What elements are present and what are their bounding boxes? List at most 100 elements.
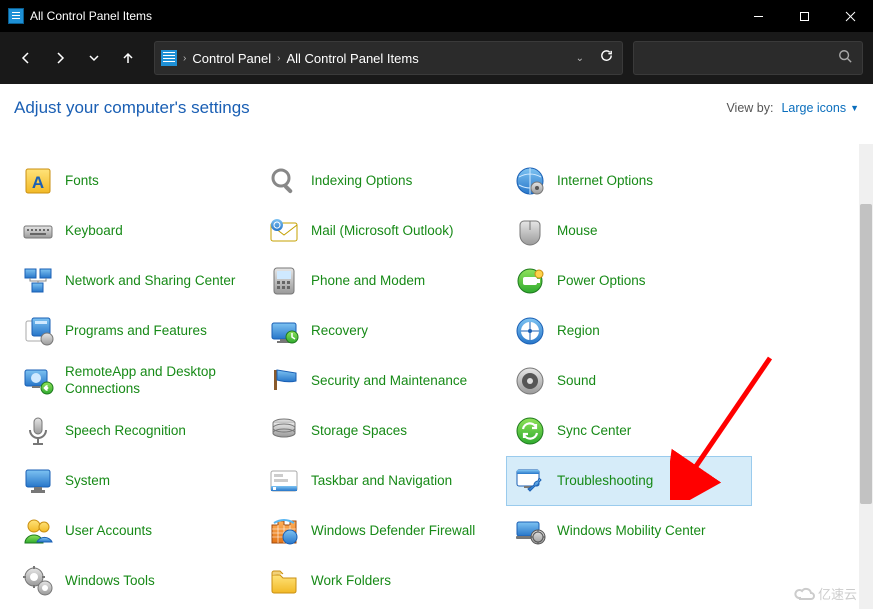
- cpl-item-work-folders[interactable]: Work Folders: [260, 556, 506, 606]
- cpl-item-sound[interactable]: Sound: [506, 356, 752, 406]
- svg-text:A: A: [32, 173, 44, 192]
- cpl-item-label: Network and Sharing Center: [65, 273, 235, 290]
- cpl-item-keyboard[interactable]: Keyboard: [14, 206, 260, 256]
- breadcrumb-part2[interactable]: All Control Panel Items: [286, 51, 418, 66]
- items-grid: A Fonts Indexing Options Internet Options Ke…: [0, 150, 859, 609]
- cpl-item-storage-spaces[interactable]: Storage Spaces: [260, 406, 506, 456]
- cpl-item-internet-options[interactable]: Internet Options: [506, 156, 752, 206]
- cpl-item-label: Internet Options: [557, 173, 653, 190]
- cpl-item-remoteapp-and-desktop-connections[interactable]: RemoteApp and Desktop Connections: [14, 356, 260, 406]
- cpl-item-label: Keyboard: [65, 223, 123, 240]
- region-icon: [513, 314, 547, 348]
- system-icon: [21, 464, 55, 498]
- title-bar: All Control Panel Items: [0, 0, 873, 32]
- recovery-icon: [267, 314, 301, 348]
- cpl-item-phone-and-modem[interactable]: Phone and Modem: [260, 256, 506, 306]
- app-icon: [8, 8, 24, 24]
- content-area: Adjust your computer's settings View by:…: [0, 84, 873, 609]
- cpl-item-label: Sound: [557, 373, 596, 390]
- maximize-button[interactable]: [781, 0, 827, 32]
- back-button[interactable]: [10, 42, 42, 74]
- cpl-item-security-and-maintenance[interactable]: Security and Maintenance: [260, 356, 506, 406]
- cpl-item-label: System: [65, 473, 110, 490]
- sync-icon: [513, 414, 547, 448]
- fonts-icon: A: [21, 164, 55, 198]
- cpl-item-taskbar-and-navigation[interactable]: Taskbar and Navigation: [260, 456, 506, 506]
- recent-locations-button[interactable]: [78, 42, 110, 74]
- view-by: View by: Large icons ▼: [726, 101, 859, 115]
- items-scroll-area: A Fonts Indexing Options Internet Options Ke…: [0, 144, 859, 609]
- cpl-item-label: Mouse: [557, 223, 598, 240]
- watermark: 亿速云: [794, 584, 857, 603]
- users-icon: [21, 514, 55, 548]
- navigation-bar: › Control Panel › All Control Panel Item…: [0, 32, 873, 84]
- cpl-item-label: Mail (Microsoft Outlook): [311, 223, 454, 240]
- cpl-item-network-and-sharing-center[interactable]: Network and Sharing Center: [14, 256, 260, 306]
- cpl-item-label: Indexing Options: [311, 173, 412, 190]
- cpl-item-label: Sync Center: [557, 423, 631, 440]
- cpl-item-windows-defender-firewall[interactable]: Windows Defender Firewall: [260, 506, 506, 556]
- close-button[interactable]: [827, 0, 873, 32]
- view-by-label: View by:: [726, 101, 773, 115]
- scrollbar-thumb[interactable]: [860, 204, 872, 504]
- cpl-item-label: Storage Spaces: [311, 423, 407, 440]
- cpl-item-label: Speech Recognition: [65, 423, 186, 440]
- taskbar-icon: [267, 464, 301, 498]
- mail-icon: [267, 214, 301, 248]
- address-bar[interactable]: › Control Panel › All Control Panel Item…: [154, 41, 623, 75]
- cpl-item-label: Taskbar and Navigation: [311, 473, 452, 490]
- cpl-item-label: Windows Defender Firewall: [311, 523, 475, 540]
- cpl-item-mail-microsoft-outlook[interactable]: Mail (Microsoft Outlook): [260, 206, 506, 256]
- view-by-dropdown[interactable]: Large icons ▼: [781, 101, 859, 115]
- cpl-item-windows-tools[interactable]: Windows Tools: [14, 556, 260, 606]
- phone-icon: [267, 264, 301, 298]
- cpl-item-speech-recognition[interactable]: Speech Recognition: [14, 406, 260, 456]
- cpl-item-label: Security and Maintenance: [311, 373, 467, 390]
- up-button[interactable]: [112, 42, 144, 74]
- cpl-item-programs-and-features[interactable]: Programs and Features: [14, 306, 260, 356]
- speech-icon: [21, 414, 55, 448]
- search-box[interactable]: [633, 41, 863, 75]
- wintools-icon: [21, 564, 55, 598]
- storage-icon: [267, 414, 301, 448]
- programs-icon: [21, 314, 55, 348]
- remoteapp-icon: [21, 364, 55, 398]
- cpl-item-fonts[interactable]: A Fonts: [14, 156, 260, 206]
- vertical-scrollbar[interactable]: [859, 144, 873, 609]
- cpl-item-region[interactable]: Region: [506, 306, 752, 356]
- minimize-button[interactable]: [735, 0, 781, 32]
- refresh-button[interactable]: [599, 48, 614, 68]
- cpl-item-mouse[interactable]: Mouse: [506, 206, 752, 256]
- search-input[interactable]: [634, 51, 862, 66]
- search-icon[interactable]: [838, 49, 852, 68]
- cpl-item-windows-mobility-center[interactable]: Windows Mobility Center: [506, 506, 752, 556]
- cpl-item-sync-center[interactable]: Sync Center: [506, 406, 752, 456]
- security-icon: [267, 364, 301, 398]
- cpl-item-label: Region: [557, 323, 600, 340]
- cpl-item-label: Recovery: [311, 323, 368, 340]
- cpl-item-user-accounts[interactable]: User Accounts: [14, 506, 260, 556]
- window-title: All Control Panel Items: [30, 9, 735, 23]
- workfolders-icon: [267, 564, 301, 598]
- view-by-value: Large icons: [781, 101, 846, 115]
- cpl-item-label: Power Options: [557, 273, 646, 290]
- network-icon: [21, 264, 55, 298]
- keyboard-icon: [21, 214, 55, 248]
- cpl-item-label: RemoteApp and Desktop Connections: [65, 364, 253, 398]
- control-panel-addr-icon: [161, 50, 177, 66]
- cpl-item-indexing-options[interactable]: Indexing Options: [260, 156, 506, 206]
- cpl-item-power-options[interactable]: Power Options: [506, 256, 752, 306]
- cpl-item-label: Phone and Modem: [311, 273, 425, 290]
- cpl-item-recovery[interactable]: Recovery: [260, 306, 506, 356]
- cpl-item-label: Fonts: [65, 173, 99, 190]
- address-dropdown-icon[interactable]: ⌄: [576, 53, 584, 64]
- chevron-down-icon: ▼: [850, 103, 859, 113]
- cpl-item-system[interactable]: System: [14, 456, 260, 506]
- forward-button[interactable]: [44, 42, 76, 74]
- cpl-item-label: Windows Tools: [65, 573, 155, 590]
- cpl-item-label: User Accounts: [65, 523, 152, 540]
- breadcrumb-part1[interactable]: Control Panel: [192, 51, 271, 66]
- power-icon: [513, 264, 547, 298]
- sound-icon: [513, 364, 547, 398]
- cpl-item-troubleshooting[interactable]: Troubleshooting: [506, 456, 752, 506]
